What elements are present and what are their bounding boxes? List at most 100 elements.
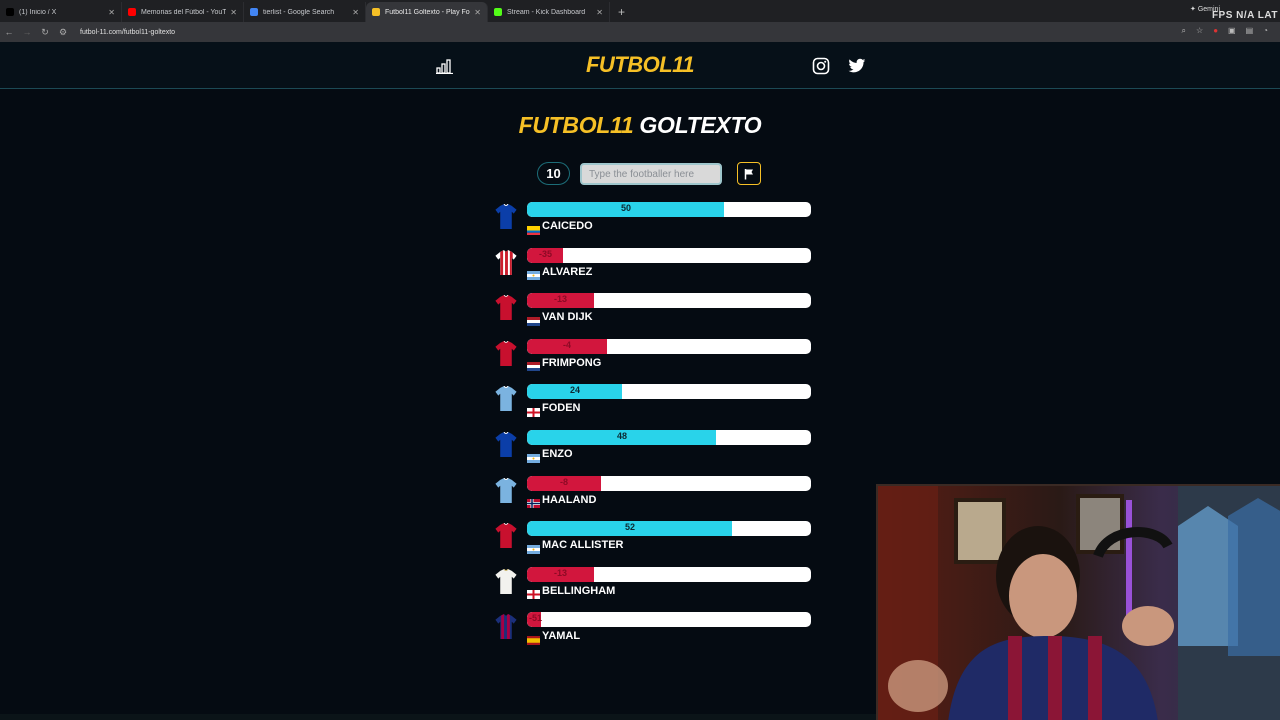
proximity-value: 24 — [570, 385, 581, 396]
shirt-icon — [494, 568, 518, 595]
shirt-icon — [494, 386, 518, 412]
tab-close-icon[interactable]: ✕ — [474, 8, 481, 17]
player-label: YAMAL — [527, 630, 581, 645]
guess-row: -4 FRIMPONG — [490, 337, 820, 377]
address-bar: ← → ↻ ⚙ futbol-11.com/futbol11-goltexto … — [0, 22, 1280, 42]
twitter-icon[interactable] — [848, 58, 866, 74]
player-label: FODEN — [527, 402, 581, 417]
site-info-icon[interactable]: ⚙ — [54, 27, 72, 38]
browser-tab[interactable]: (1) Inicio / X ✕ — [0, 2, 122, 22]
norway-flag-icon — [527, 495, 540, 509]
player-name: ALVAREZ — [542, 265, 593, 278]
browser-tab[interactable]: tierlist - Google Search ✕ — [244, 2, 366, 22]
guess-row: -13 VAN DIJK — [490, 291, 820, 331]
shirt-icon — [494, 614, 518, 640]
new-tab-button[interactable]: + — [618, 5, 625, 19]
argentina-flag-icon — [527, 450, 540, 463]
guess-row: -35 ALVAREZ — [490, 246, 820, 286]
instagram-icon[interactable] — [812, 57, 830, 75]
shirt-icon — [494, 203, 518, 230]
bookmark-star-icon[interactable]: ☆ — [1196, 26, 1203, 36]
give-up-button[interactable] — [737, 162, 761, 185]
game-title-brand: FUTBOL11 — [518, 112, 634, 138]
proximity-bar: 50 — [527, 202, 811, 217]
site-header: FUTBOL11 — [0, 42, 1280, 89]
proximity-value: -13 — [554, 567, 568, 578]
guess-row: -13 BELLINGHAM — [490, 565, 820, 605]
shirt-icon — [494, 294, 518, 321]
tab-close-icon[interactable]: ✕ — [596, 8, 603, 17]
footballer-search-input[interactable] — [580, 163, 722, 185]
proximity-value: 50 — [621, 203, 632, 213]
game-title-mode: GOLTEXTO — [633, 112, 762, 138]
tab-close-icon[interactable]: ✕ — [108, 8, 115, 17]
browser-tab[interactable]: Stream - Kick Dashboard ✕ — [488, 2, 610, 22]
player-name: YAMAL — [542, 630, 581, 643]
proximity-bar: -51 — [527, 612, 811, 628]
player-name: ENZO — [542, 448, 573, 460]
tab-close-icon[interactable]: ✕ — [230, 8, 237, 17]
proximity-bar: -13 — [527, 566, 811, 582]
tab-favicon-icon — [250, 8, 258, 16]
proximity-bar: -4 — [527, 338, 811, 354]
tab-title: tierlist - Google Search — [263, 8, 335, 16]
guess-row: -8 HAALAND — [490, 474, 820, 514]
sidebar-icon[interactable]: ▤ — [1246, 26, 1254, 36]
proximity-bar: 48 — [527, 430, 811, 445]
proximity-bar: -8 — [527, 475, 811, 491]
player-label: VAN DIJK — [527, 311, 593, 326]
player-label: CAICEDO — [527, 220, 593, 235]
url-field[interactable]: futbol-11.com/futbol11-goltexto — [80, 29, 175, 36]
player-name: CAICEDO — [542, 220, 593, 232]
argentina-flag-icon — [527, 267, 540, 281]
forward-icon[interactable]: → — [18, 27, 36, 37]
zoom-icon[interactable]: ⌕ — [1182, 26, 1186, 36]
tab-title: Futbol11 Goltexto - Play Footb... — [385, 8, 470, 16]
netherlands-flag-icon — [527, 358, 540, 372]
back-icon[interactable]: ← — [0, 27, 18, 37]
player-name: MAC ALLISTER — [542, 539, 624, 552]
extensions-puzzle-icon[interactable]: ▣ — [1228, 26, 1236, 36]
england-flag-icon — [527, 586, 540, 600]
shirt-icon — [494, 249, 518, 276]
shirt-icon — [494, 431, 518, 458]
ecuador-flag-icon — [527, 222, 540, 235]
proximity-value: -4 — [563, 339, 572, 350]
game-title: FUTBOL11 GOLTEXTO — [0, 112, 1280, 139]
tab-favicon-icon — [6, 8, 14, 16]
site-logo[interactable]: FUTBOL11 — [0, 52, 1280, 78]
spain-flag-icon — [527, 632, 540, 645]
proximity-bar: 52 — [527, 521, 811, 537]
reload-icon[interactable]: ↻ — [36, 27, 54, 38]
player-label: HAALAND — [527, 493, 597, 509]
player-name: FRIMPONG — [542, 356, 602, 369]
taskbar-strip — [0, 714, 876, 720]
tab-favicon-icon — [128, 8, 136, 16]
browser-tab[interactable]: Futbol11 Goltexto - Play Footb... ✕ — [366, 2, 488, 22]
tab-close-icon[interactable]: ✕ — [352, 8, 359, 17]
guess-row: 52 MAC ALLISTER — [490, 519, 820, 559]
proximity-value: 48 — [617, 431, 628, 441]
shirt-icon — [494, 340, 518, 367]
argentina-flag-icon — [527, 541, 540, 554]
player-label: ALVAREZ — [527, 265, 593, 281]
player-name: VAN DIJK — [542, 311, 593, 324]
england-flag-icon — [527, 404, 540, 417]
proximity-bar: -13 — [527, 293, 811, 309]
tab-title: Memorias del Fútbol - YouTube — [141, 8, 227, 16]
profile-icon[interactable]: ◔ — [1263, 26, 1268, 36]
browser-tab[interactable]: Memorias del Fútbol - YouTube✕ — [122, 2, 244, 22]
player-name: BELLINGHAM — [542, 584, 616, 597]
screen: { "browser": { "tabs": [ {"title": "(1) … — [0, 0, 1280, 720]
tab-favicon-icon — [372, 8, 380, 16]
guess-row: -51 YAMAL — [490, 610, 820, 650]
shirt-icon — [494, 522, 518, 549]
netherlands-flag-icon — [527, 313, 540, 326]
proximity-value: 52 — [625, 522, 636, 533]
proximity-bar: -35 — [527, 247, 811, 263]
extension-icon[interactable]: ● — [1213, 26, 1218, 36]
player-label: ENZO — [527, 448, 573, 463]
browser-tab-bar: (1) Inicio / X ✕ Memorias del Fútbol - You… — [0, 0, 1280, 22]
player-name: HAALAND — [542, 493, 597, 506]
webcam-overlay — [876, 484, 1280, 720]
